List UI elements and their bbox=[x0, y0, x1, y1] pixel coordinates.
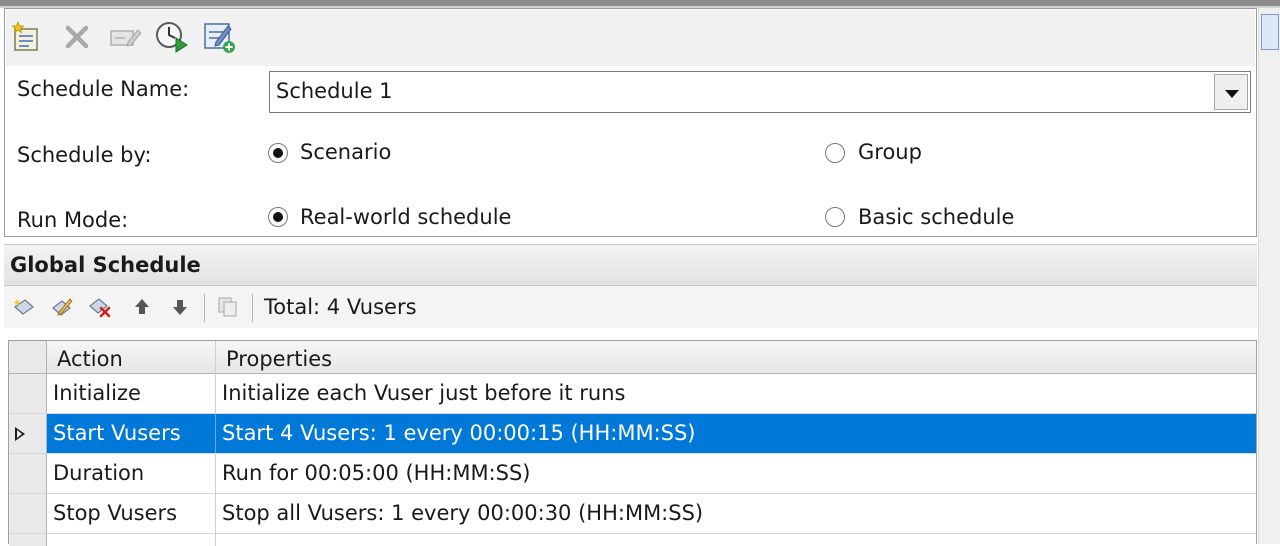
properties-cell[interactable]: Run for 00:05:00 (HH:MM:SS) bbox=[216, 454, 1256, 493]
schedule-settings-panel: Schedule Name: Schedule 1 Schedule by: S… bbox=[4, 8, 1257, 237]
current-row-indicator-icon bbox=[15, 427, 25, 441]
action-cell[interactable]: Initialize bbox=[47, 374, 216, 413]
schedule-name-label: Schedule Name: bbox=[17, 77, 190, 101]
delete-icon[interactable] bbox=[60, 20, 94, 54]
move-up-icon[interactable] bbox=[130, 295, 154, 319]
table-row-empty[interactable] bbox=[9, 534, 1256, 546]
schedule-toolbar bbox=[6, 10, 1255, 66]
properties-cell[interactable]: Initialize each Vuser just before it run… bbox=[216, 374, 1256, 413]
schedule-actions-grid: Action Properties Initialize Initialize … bbox=[8, 340, 1257, 546]
run-mode-basic-radio[interactable] bbox=[825, 207, 845, 227]
action-cell[interactable]: Stop Vusers bbox=[47, 494, 216, 533]
row-header[interactable] bbox=[9, 374, 47, 413]
run-mode-real-world-radio[interactable] bbox=[268, 207, 288, 227]
grid-header-row: Action Properties bbox=[9, 341, 1256, 374]
schedule-by-scenario-label[interactable]: Scenario bbox=[300, 140, 391, 164]
chevron-down-icon[interactable] bbox=[1214, 74, 1248, 110]
schedule-by-group-radio[interactable] bbox=[825, 143, 845, 163]
run-mode-label: Run Mode: bbox=[17, 208, 129, 232]
table-row-selected[interactable]: Start Vusers Start 4 Vusers: 1 every 00:… bbox=[9, 414, 1256, 454]
schedule-name-value[interactable]: Schedule 1 bbox=[276, 79, 393, 103]
table-row[interactable]: Initialize Initialize each Vuser just be… bbox=[9, 374, 1256, 414]
edit-schedule-icon[interactable] bbox=[202, 20, 236, 54]
run-mode-real-world-label[interactable]: Real-world schedule bbox=[300, 205, 511, 229]
schedule-by-group-label[interactable]: Group bbox=[858, 140, 922, 164]
properties-cell-empty[interactable] bbox=[216, 534, 1256, 546]
global-schedule-toolbar: Total: 4 Vusers bbox=[4, 286, 1257, 328]
total-vusers-label: Total: 4 Vusers bbox=[264, 295, 417, 319]
row-header-corner bbox=[9, 341, 47, 373]
run-mode-basic-label[interactable]: Basic schedule bbox=[858, 205, 1014, 229]
table-row[interactable]: Stop Vusers Stop all Vusers: 1 every 00:… bbox=[9, 494, 1256, 534]
row-header[interactable] bbox=[9, 534, 47, 546]
schedule-by-scenario-radio[interactable] bbox=[268, 143, 288, 163]
new-schedule-icon[interactable] bbox=[10, 20, 44, 54]
global-schedule-title: Global Schedule bbox=[10, 253, 201, 277]
scrollbar-thumb[interactable] bbox=[1261, 14, 1279, 50]
edit-action-icon[interactable] bbox=[50, 295, 74, 319]
toolbar-separator bbox=[252, 294, 253, 322]
row-header[interactable] bbox=[9, 494, 47, 533]
properties-cell[interactable]: Start 4 Vusers: 1 every 00:00:15 (HH:MM:… bbox=[216, 414, 1256, 453]
copy-icon[interactable] bbox=[216, 295, 240, 319]
properties-cell[interactable]: Stop all Vusers: 1 every 00:00:30 (HH:MM… bbox=[216, 494, 1256, 533]
move-down-icon[interactable] bbox=[168, 295, 192, 319]
schedule-name-combobox[interactable]: Schedule 1 bbox=[269, 71, 1251, 113]
row-header[interactable] bbox=[9, 414, 47, 453]
toolbar-separator bbox=[204, 294, 205, 322]
action-cell[interactable]: Duration bbox=[47, 454, 216, 493]
table-row[interactable]: Duration Run for 00:05:00 (HH:MM:SS) bbox=[9, 454, 1256, 494]
action-cell-empty[interactable] bbox=[47, 534, 216, 546]
add-action-icon[interactable] bbox=[12, 295, 36, 319]
global-schedule-header: Global Schedule bbox=[4, 244, 1257, 286]
column-header-action[interactable]: Action bbox=[47, 341, 216, 373]
start-time-icon[interactable] bbox=[154, 20, 188, 54]
action-cell[interactable]: Start Vusers bbox=[47, 414, 216, 453]
row-header[interactable] bbox=[9, 454, 47, 493]
vertical-scrollbar[interactable] bbox=[1258, 8, 1280, 544]
column-header-properties[interactable]: Properties bbox=[216, 341, 1256, 373]
rename-icon[interactable] bbox=[108, 20, 142, 54]
delete-action-icon[interactable] bbox=[88, 295, 112, 319]
schedule-by-label: Schedule by: bbox=[17, 143, 152, 167]
